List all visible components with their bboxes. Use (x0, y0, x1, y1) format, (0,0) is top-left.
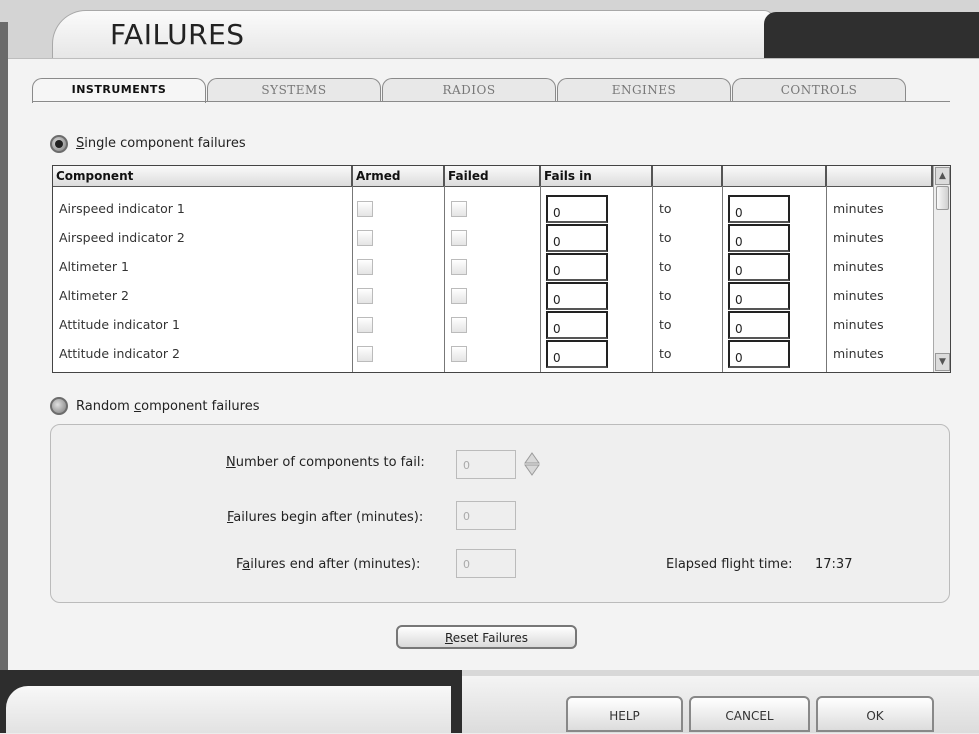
unit-label: minutes (833, 230, 884, 245)
failed-checkbox[interactable] (451, 230, 467, 246)
armed-checkbox[interactable] (357, 346, 373, 362)
component-table: Component Armed Failed Fails in Airspeed… (52, 165, 951, 373)
elapsed-time-value: 17:37 (815, 557, 853, 572)
unit-label: minutes (833, 201, 884, 216)
failed-checkbox[interactable] (451, 346, 467, 362)
table-row[interactable]: Airspeed indicator 1 0 to 0 minutes (53, 194, 933, 223)
unit-label: minutes (833, 288, 884, 303)
header-unit[interactable] (827, 166, 933, 186)
component-name: Attitude indicator 1 (59, 317, 180, 332)
tab-radios[interactable]: RADIOS (382, 78, 556, 101)
to-label: to (659, 201, 672, 216)
tab-divider (32, 101, 950, 102)
armed-checkbox[interactable] (357, 230, 373, 246)
table-row[interactable]: Attitude indicator 2 0 to 0 minutes (53, 339, 933, 368)
failed-checkbox[interactable] (451, 259, 467, 275)
header-to[interactable] (653, 166, 723, 186)
tab-engines[interactable]: ENGINES (557, 78, 731, 101)
armed-checkbox[interactable] (357, 201, 373, 217)
tab-systems[interactable]: SYSTEMS (207, 78, 381, 101)
table-row[interactable]: Attitude indicator 1 0 to 0 minutes (53, 310, 933, 339)
armed-checkbox[interactable] (357, 259, 373, 275)
random-failures-radio[interactable] (50, 397, 68, 415)
table-row[interactable]: Airspeed indicator 2 0 to 0 minutes (53, 223, 933, 252)
end-after-input[interactable]: 0 (456, 549, 516, 578)
elapsed-time-label: Elapsed flight time: (666, 557, 793, 572)
fails-from-input[interactable]: 0 (546, 340, 608, 368)
to-label: to (659, 288, 672, 303)
end-after-label: Failures end after (minutes): (236, 557, 421, 572)
table-header: Component Armed Failed Fails in (53, 166, 933, 187)
fails-to-input[interactable]: 0 (728, 311, 790, 339)
header-to-value[interactable] (723, 166, 827, 186)
fails-from-input[interactable]: 0 (546, 311, 608, 339)
component-name: Attitude indicator 2 (59, 346, 180, 361)
help-button[interactable]: HELP (566, 696, 683, 732)
num-components-label: Number of components to fail: (226, 455, 425, 470)
table-row[interactable]: Altimeter 2 0 to 0 minutes (53, 281, 933, 310)
component-name: Airspeed indicator 2 (59, 230, 185, 245)
window-title: FAILURES (110, 18, 245, 51)
component-name: Altimeter 2 (59, 288, 129, 303)
failed-checkbox[interactable] (451, 288, 467, 304)
spinner-arrows-icon[interactable] (524, 451, 540, 477)
fails-to-input[interactable]: 0 (728, 253, 790, 281)
to-label: to (659, 346, 672, 361)
scroll-up-arrow-icon[interactable]: ▲ (935, 167, 950, 185)
to-label: to (659, 259, 672, 274)
scroll-thumb[interactable] (936, 186, 949, 210)
reset-failures-button[interactable]: Reset Failures (396, 625, 577, 649)
footer-light-panel (6, 686, 451, 733)
header-fails-in[interactable]: Fails in (541, 166, 653, 186)
cancel-button[interactable]: CANCEL (689, 696, 810, 732)
tab-instruments[interactable]: INSTRUMENTS (32, 78, 206, 103)
num-components-input[interactable]: 0 (456, 450, 516, 479)
header-armed[interactable]: Armed (353, 166, 445, 186)
random-failures-label: Random component failures (76, 399, 260, 414)
component-name: Airspeed indicator 1 (59, 201, 185, 216)
fails-from-input[interactable]: 0 (546, 282, 608, 310)
unit-label: minutes (833, 346, 884, 361)
fails-to-input[interactable]: 0 (728, 195, 790, 223)
component-name: Altimeter 1 (59, 259, 129, 274)
table-row[interactable]: Altimeter 1 0 to 0 minutes (53, 252, 933, 281)
single-failures-radio[interactable] (50, 135, 68, 153)
header-component[interactable]: Component (53, 166, 353, 186)
fails-from-input[interactable]: 0 (546, 224, 608, 252)
begin-after-label: Failures begin after (minutes): (227, 510, 424, 525)
scroll-down-arrow-icon[interactable]: ▼ (935, 353, 950, 371)
header-failed[interactable]: Failed (445, 166, 541, 186)
title-bar-dark-panel (764, 12, 979, 58)
to-label: to (659, 230, 672, 245)
armed-checkbox[interactable] (357, 317, 373, 333)
fails-from-input[interactable]: 0 (546, 253, 608, 281)
unit-label: minutes (833, 259, 884, 274)
ok-button[interactable]: OK (816, 696, 934, 732)
armed-checkbox[interactable] (357, 288, 373, 304)
fails-to-input[interactable]: 0 (728, 340, 790, 368)
begin-after-input[interactable]: 0 (456, 501, 516, 530)
unit-label: minutes (833, 317, 884, 332)
left-border (0, 22, 8, 672)
table-scrollbar[interactable]: ▲ ▼ (933, 166, 950, 372)
fails-to-input[interactable]: 0 (728, 224, 790, 252)
failed-checkbox[interactable] (451, 201, 467, 217)
single-failures-label: Single component failures (76, 136, 246, 151)
fails-to-input[interactable]: 0 (728, 282, 790, 310)
fails-from-input[interactable]: 0 (546, 195, 608, 223)
failed-checkbox[interactable] (451, 317, 467, 333)
tab-controls[interactable]: CONTROLS (732, 78, 906, 101)
to-label: to (659, 317, 672, 332)
